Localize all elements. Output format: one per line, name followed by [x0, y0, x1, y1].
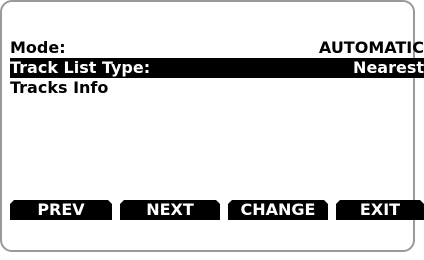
prev-button[interactable]: PREV [10, 200, 112, 220]
menu-row-track-list-type[interactable]: Track List Type: Nearest [10, 58, 424, 78]
change-button[interactable]: CHANGE [228, 200, 328, 220]
menu-row-mode[interactable]: Mode: AUTOMATIC [10, 38, 424, 58]
mode-value: AUTOMATIC [318, 38, 424, 57]
exit-button[interactable]: EXIT [336, 200, 424, 220]
softkey-bar: PREV NEXT CHANGE EXIT [10, 200, 424, 220]
tracks-info-label: Tracks Info [10, 78, 109, 97]
track-list-type-label: Track List Type: [10, 58, 151, 77]
mode-label: Mode: [10, 38, 66, 57]
lcd-screen: Mode: AUTOMATIC Track List Type: Nearest… [10, 0, 424, 260]
menu-row-tracks-info[interactable]: Tracks Info [10, 78, 424, 98]
track-list-type-value: Nearest [353, 58, 424, 77]
next-button[interactable]: NEXT [120, 200, 220, 220]
